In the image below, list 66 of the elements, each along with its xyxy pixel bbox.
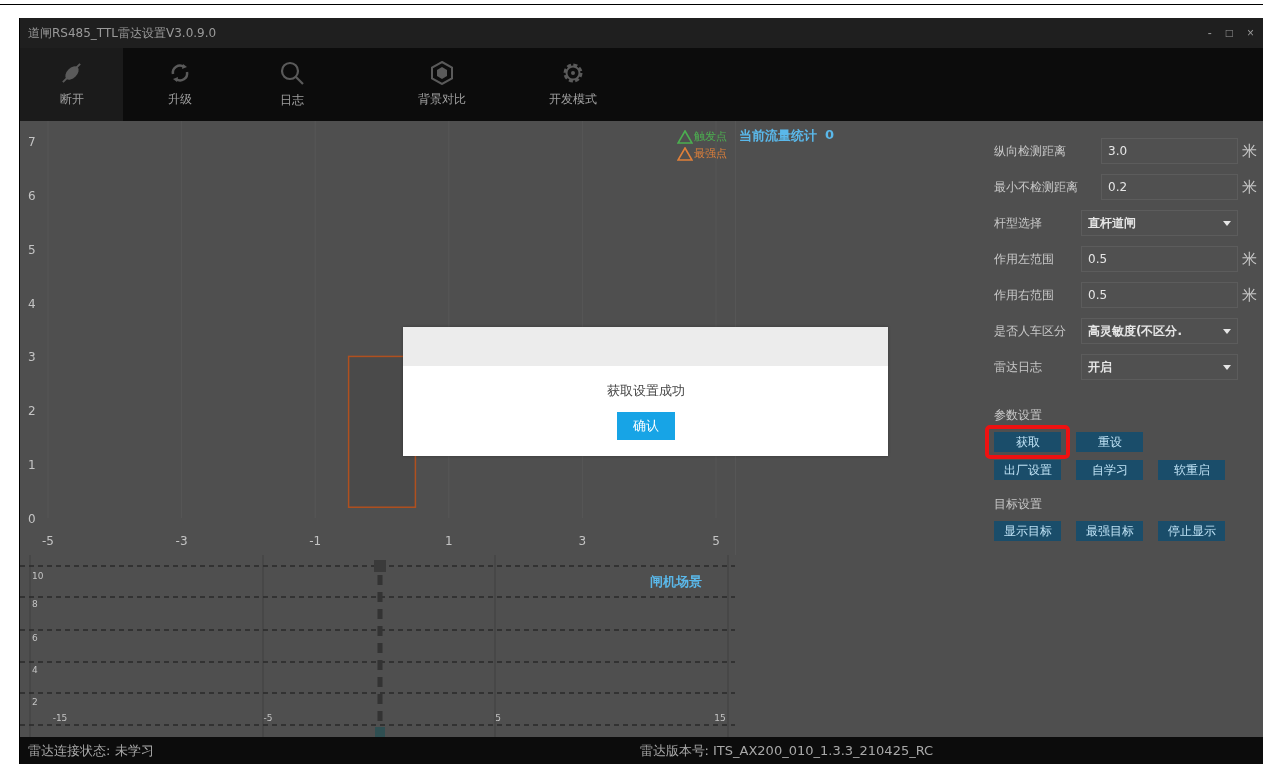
axis-tick-label: 1 (28, 458, 36, 473)
axis-tick-label: 6 (28, 188, 36, 203)
status-text: 雷达版本号: ITS_AX200_010_1.3.3_210425_RC (639, 741, 934, 760)
unit-label: 米 (1242, 249, 1258, 269)
unit-label: 米 (1242, 141, 1258, 161)
action-button[interactable]: 停止显示 (1158, 521, 1225, 541)
axis-tick-label: 3 (28, 350, 36, 365)
setting-label: 纵向检测距离 (994, 142, 1067, 160)
search-icon (279, 60, 305, 86)
input-field[interactable]: 0.2 (1101, 174, 1238, 200)
traffic-count: 0 (825, 127, 835, 142)
action-button[interactable]: 重设 (1076, 432, 1143, 452)
setting-label: 作用右范围 (994, 286, 1055, 304)
action-button[interactable]: 最强目标 (1076, 521, 1143, 541)
input-field[interactable]: 0.5 (1081, 282, 1238, 308)
axis-tick-label: 0 (28, 512, 36, 526)
axis-tick-label: -3 (175, 534, 188, 548)
caret-icon (1223, 220, 1231, 226)
axis-tick-label: 5 (28, 242, 36, 257)
setting-label: 杆型选择 (994, 214, 1043, 232)
hexagon-icon (430, 61, 454, 85)
unit-label: 米 (1242, 285, 1258, 305)
action-button[interactable]: 自学习 (1076, 460, 1143, 480)
dropdown[interactable]: 直杆道闸 (1081, 210, 1238, 236)
axis-tick-label: -1 (309, 534, 322, 548)
window-control-button[interactable]: - (1203, 26, 1216, 40)
window-control-button[interactable]: □ (1221, 26, 1237, 40)
axis-tick-label: 1 (445, 534, 453, 548)
window-control-button[interactable]: × (1243, 26, 1258, 40)
scene-title: 闸机场景 (650, 573, 702, 591)
dropdown[interactable]: 高灵敏度(不区分. (1081, 318, 1238, 344)
section-title: 参数设置 (994, 407, 1043, 424)
axis-tick-label: 5 (712, 534, 720, 548)
status-text: 雷达连接状态: 未学习 (28, 741, 154, 760)
axis-tick-label: 7 (28, 135, 36, 149)
plug-icon (59, 61, 84, 85)
caret-icon (1223, 328, 1231, 334)
action-button[interactable]: 获取 (985, 425, 1070, 459)
input-field[interactable]: 0.5 (1081, 246, 1238, 272)
window-title: 道闸RS485_TTL雷达设置V3.0.9.0 (28, 24, 217, 42)
axis-tick-label: 3 (578, 534, 587, 548)
axis-tick-label: 4 (28, 296, 36, 311)
caret-icon (1223, 364, 1231, 370)
toolbar-button[interactable]: 断开 (20, 48, 123, 121)
setting-label: 最小不检测距离 (994, 178, 1079, 196)
axis-tick-label: -5 (42, 534, 54, 548)
action-button[interactable]: 显示目标 (994, 521, 1061, 541)
unit-label: 米 (1242, 177, 1258, 197)
action-button[interactable]: 出厂设置 (994, 460, 1061, 480)
setting-label: 作用左范围 (994, 250, 1055, 268)
toolbar-button[interactable]: 日志 (237, 48, 347, 121)
gear-icon (561, 61, 585, 85)
setting-label: 是否人车区分 (994, 322, 1067, 340)
action-button[interactable]: 软重启 (1158, 460, 1225, 480)
toolbar-button[interactable]: 升级 (123, 48, 237, 121)
toolbar-button[interactable]: 背景对比 (347, 48, 537, 121)
dropdown[interactable]: 开启 (1081, 354, 1238, 380)
input-field[interactable]: 3.0 (1101, 138, 1238, 164)
dialog-message: 获取设置成功 (606, 382, 685, 400)
toolbar-button[interactable]: 开发模式 (537, 48, 609, 121)
section-title: 目标设置 (994, 496, 1043, 513)
legend-label: 最强点 (694, 146, 727, 161)
legend-label: 触发点 (694, 129, 727, 144)
setting-label: 雷达日志 (994, 358, 1043, 376)
axis-tick-label: 2 (28, 404, 36, 419)
traffic-label: 当前流量统计 (739, 127, 817, 145)
